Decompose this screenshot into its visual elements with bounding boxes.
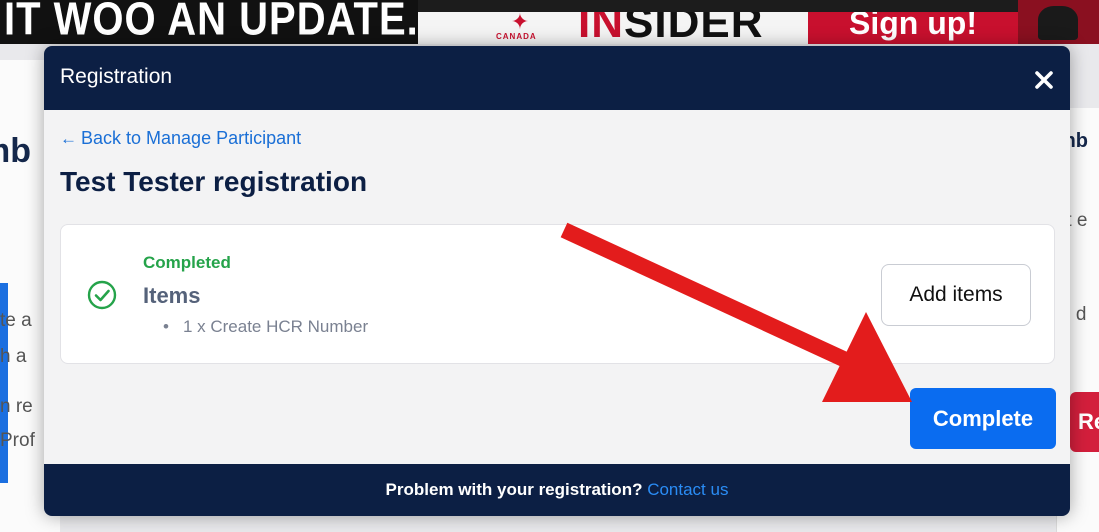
back-to-manage-participant-link[interactable]: ← Back to Manage Participant	[60, 128, 301, 149]
list-item: 1 x Create HCR Number	[165, 317, 368, 337]
banner-logo-area: ✦ CANADA INSIDER	[418, 12, 808, 44]
banner-logo-text: CANADA	[496, 32, 537, 41]
promo-banner: IT WOO AN UPDATE. ✦ CANADA INSIDER Sign …	[0, 0, 1099, 44]
card-title: Items	[143, 283, 201, 308]
check-circle-icon	[87, 280, 117, 310]
footer-text: Problem with your registration?	[385, 480, 648, 499]
add-items-button[interactable]: Add items	[881, 264, 1031, 326]
modal-footer: Problem with your registration? Contact …	[44, 464, 1070, 516]
background-right-button[interactable]: Re	[1070, 392, 1099, 452]
status-badge: Completed	[143, 253, 231, 272]
maple-leaf-icon: ✦	[510, 12, 530, 34]
page-title: Test Tester registration	[60, 166, 368, 197]
items-card: Completed Items 1 x Create HCR Number Ad…	[60, 224, 1055, 364]
modal-title: Registration	[60, 65, 173, 88]
banner-headline: IT WOO AN UPDATE.	[0, 0, 418, 44]
back-link-label: Back to Manage Participant	[81, 128, 302, 148]
item-list: 1 x Create HCR Number	[165, 317, 368, 337]
banner-signup-button[interactable]: Sign up!	[808, 12, 1018, 44]
contact-us-link[interactable]: Contact us	[647, 480, 728, 499]
close-icon[interactable]	[1032, 68, 1056, 92]
banner-insider-text: INSIDER	[578, 12, 764, 44]
arrow-left-icon: ←	[60, 129, 77, 148]
modal-header: Registration	[44, 46, 1070, 110]
banner-image	[1018, 0, 1099, 44]
registration-modal: Registration ← Back to Manage Participan…	[44, 46, 1070, 516]
complete-button[interactable]: Complete	[910, 388, 1056, 449]
